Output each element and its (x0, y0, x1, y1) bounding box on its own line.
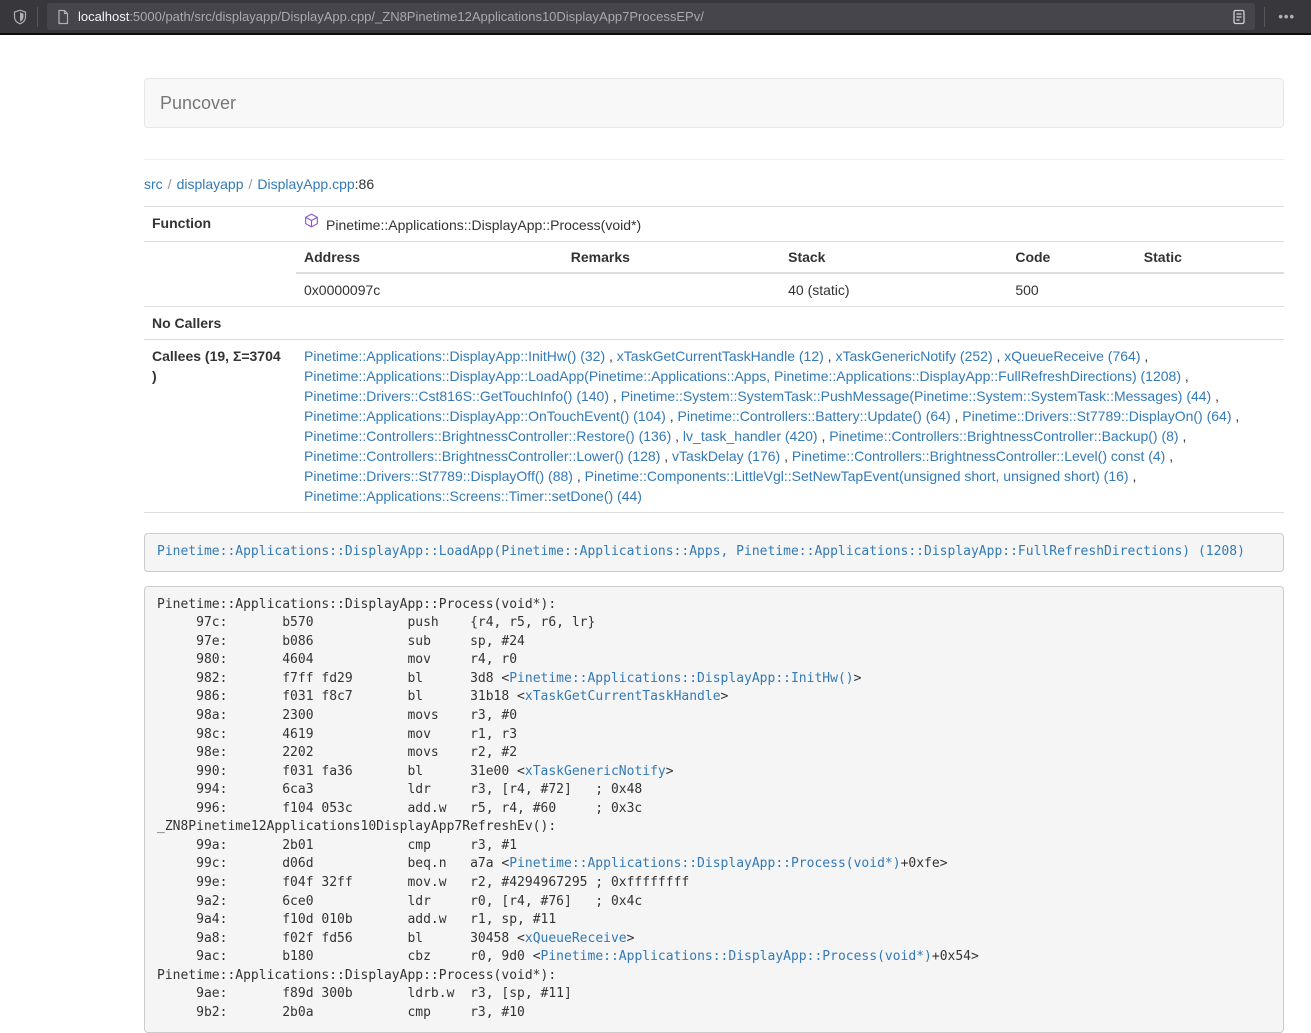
callees-list: Pinetime::Applications::DisplayApp::Init… (296, 340, 1284, 513)
static-header: Static (1136, 242, 1284, 273)
brand-link[interactable]: Puncover (160, 93, 236, 114)
highlight-box: Pinetime::Applications::DisplayApp::Load… (144, 533, 1284, 572)
callee-link[interactable]: Pinetime::Controllers::BrightnessControl… (304, 448, 660, 464)
divider (144, 159, 1284, 160)
callee-link[interactable]: Pinetime::System::SystemTask::PushMessag… (621, 388, 1212, 404)
callee-link[interactable]: xTaskGetCurrentTaskHandle (12) (617, 348, 824, 364)
remarks-header: Remarks (563, 242, 780, 273)
callee-link[interactable]: xTaskGenericNotify (252) (835, 348, 992, 364)
stack-cell: 40 (static) (780, 273, 1007, 306)
callee-link[interactable]: Pinetime::Applications::DisplayApp::OnTo… (304, 408, 666, 424)
callee-link[interactable]: Pinetime::Components::LittleVgl::SetNewT… (585, 468, 1129, 484)
function-details-row: Address Remarks Stack Code Static 0x0000… (144, 242, 1284, 307)
details-value-row: 0x0000097c 40 (static) 500 (296, 273, 1284, 306)
callee-link[interactable]: Pinetime::Drivers::St7789::DisplayOn() (… (962, 408, 1231, 424)
callee-link[interactable]: Pinetime::Drivers::St7789::DisplayOff() … (304, 468, 573, 484)
no-callers-label: No Callers (144, 307, 296, 340)
assembly-code-block: Pinetime::Applications::DisplayApp::Proc… (144, 586, 1284, 1033)
page-container: Puncover src/displayapp/DisplayApp.cpp:8… (144, 78, 1284, 1033)
function-row: Function Pinetime::Applications::Display… (144, 207, 1284, 242)
breadcrumb-line-number: :86 (355, 176, 374, 192)
breadcrumb-separator: / (249, 176, 253, 192)
address-header: Address (296, 242, 563, 273)
url-text: localhost:5000/path/src/displayapp/Displ… (78, 9, 1224, 24)
url-bar[interactable]: localhost:5000/path/src/displayapp/Displ… (47, 3, 1255, 30)
browser-chrome: localhost:5000/path/src/displayapp/Displ… (0, 0, 1311, 35)
cube-icon (304, 213, 319, 233)
code-symbol-link[interactable]: Pinetime::Applications::DisplayApp::Proc… (509, 856, 900, 871)
breadcrumb-link-displayapp[interactable]: displayapp (177, 176, 244, 192)
function-label: Function (144, 207, 296, 242)
code-cell: 500 (1007, 273, 1135, 306)
more-icon: ••• (1278, 9, 1295, 24)
details-table: Address Remarks Stack Code Static 0x0000… (296, 242, 1284, 306)
remarks-cell (563, 273, 780, 306)
more-menu-button[interactable]: ••• (1274, 9, 1299, 24)
url-host: localhost (78, 9, 129, 24)
callee-link[interactable]: vTaskDelay (176) (672, 448, 780, 464)
callee-link[interactable]: lv_task_handler (420) (683, 428, 818, 444)
breadcrumb-link-src[interactable]: src (144, 176, 163, 192)
breadcrumb: src/displayapp/DisplayApp.cpp:86 (144, 174, 1284, 194)
code-symbol-link[interactable]: xQueueReceive (525, 931, 627, 946)
callee-link[interactable]: Pinetime::Controllers::BrightnessControl… (792, 448, 1165, 464)
url-path: :5000/path/src/displayapp/DisplayApp.cpp… (129, 9, 704, 24)
callee-link[interactable]: Pinetime::Applications::DisplayApp::Load… (304, 368, 1181, 384)
callee-link[interactable]: xQueueReceive (764) (1004, 348, 1140, 364)
page-icon (56, 9, 70, 25)
callee-link[interactable]: Pinetime::Controllers::Battery::Update()… (678, 408, 951, 424)
code-symbol-link[interactable]: xTaskGetCurrentTaskHandle (525, 689, 721, 704)
function-table: Function Pinetime::Applications::Display… (144, 206, 1284, 513)
callees-label: Callees (19, Σ=3704 ) (144, 340, 296, 513)
chrome-separator (1264, 7, 1265, 27)
code-header: Code (1007, 242, 1135, 273)
breadcrumb-separator: / (168, 176, 172, 192)
callee-link[interactable]: Pinetime::Applications::Screens::Timer::… (304, 488, 642, 504)
callee-link[interactable]: Pinetime::Applications::DisplayApp::Init… (304, 348, 605, 364)
breadcrumb-link-file[interactable]: DisplayApp.cpp (257, 176, 354, 192)
reader-mode-icon[interactable] (1232, 9, 1246, 25)
callee-link[interactable]: Pinetime::Controllers::BrightnessControl… (829, 428, 1178, 444)
assembly-code: Pinetime::Applications::DisplayApp::Proc… (157, 597, 979, 1020)
stack-header: Stack (780, 242, 1007, 273)
code-symbol-link[interactable]: Pinetime::Applications::DisplayApp::Proc… (541, 949, 932, 964)
callee-link[interactable]: Pinetime::Controllers::BrightnessControl… (304, 428, 671, 444)
loadapp-link[interactable]: Pinetime::Applications::DisplayApp::Load… (157, 544, 1245, 559)
details-header-row: Address Remarks Stack Code Static (296, 242, 1284, 273)
code-symbol-link[interactable]: xTaskGenericNotify (525, 764, 666, 779)
chrome-separator (37, 7, 38, 27)
code-symbol-link[interactable]: Pinetime::Applications::DisplayApp::Init… (509, 671, 853, 686)
navbar: Puncover (144, 78, 1284, 128)
static-cell (1136, 273, 1284, 306)
no-callers-row: No Callers (144, 307, 1284, 340)
callees-row: Callees (19, Σ=3704 ) Pinetime::Applicat… (144, 340, 1284, 513)
address-cell: 0x0000097c (296, 273, 563, 306)
function-name: Pinetime::Applications::DisplayApp::Proc… (326, 217, 641, 233)
callee-link[interactable]: Pinetime::Drivers::Cst816S::GetTouchInfo… (304, 388, 609, 404)
shield-icon[interactable] (12, 9, 28, 25)
